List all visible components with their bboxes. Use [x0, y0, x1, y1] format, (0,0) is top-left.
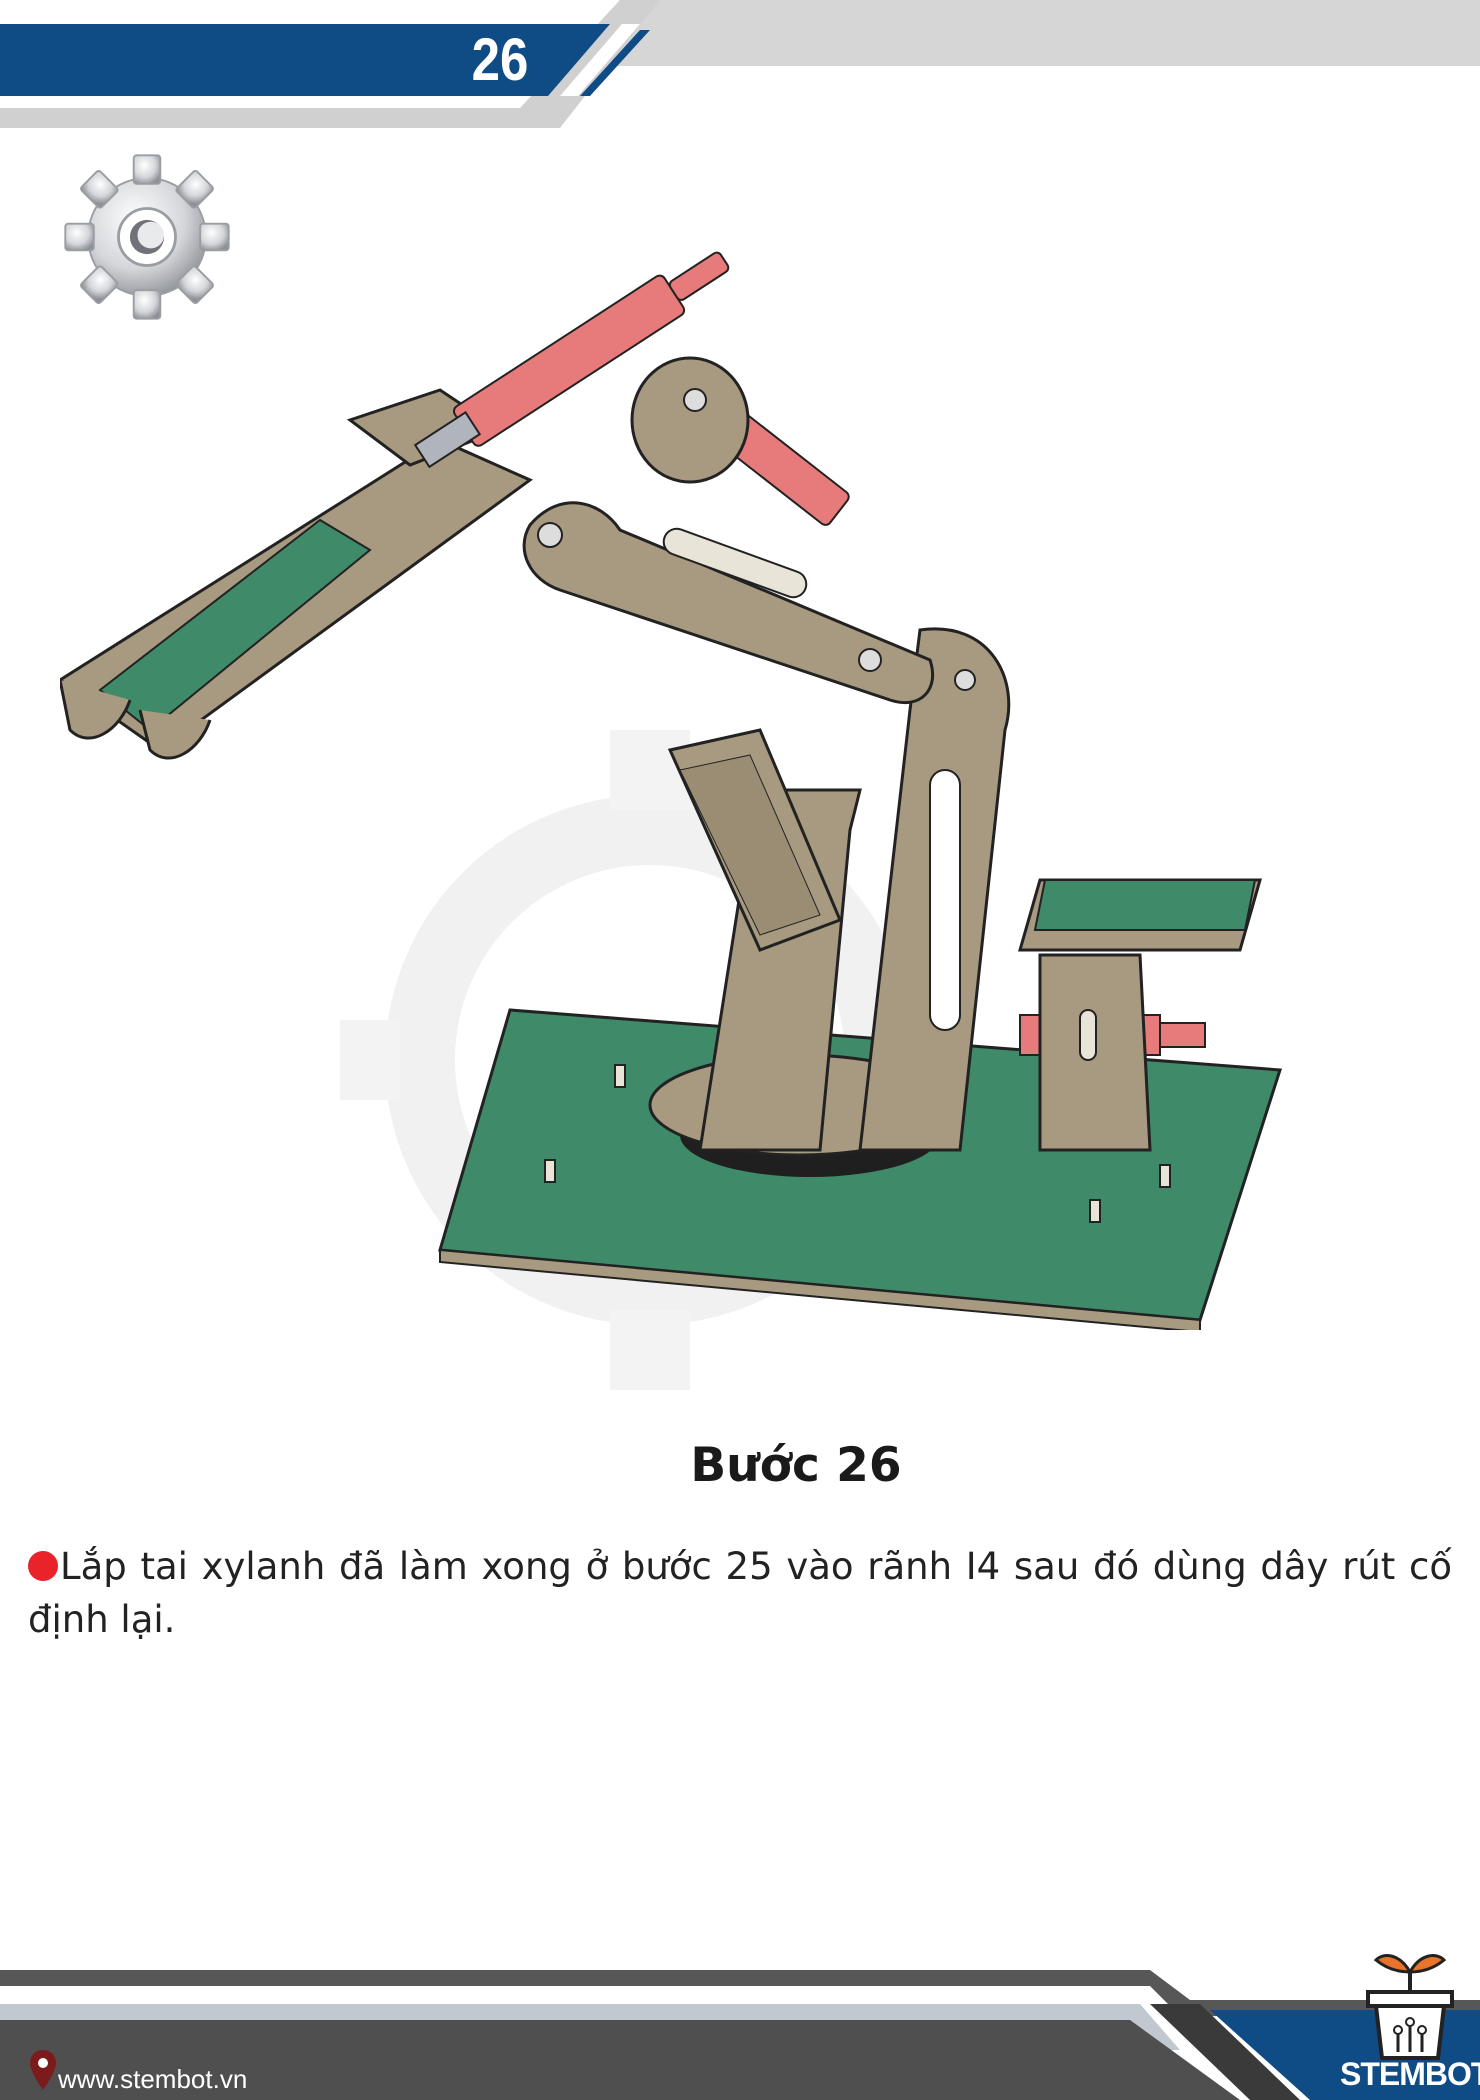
robot-arm-illustration — [60, 251, 1283, 1330]
instruction-text: Lắp tai xylanh đã làm xong ở bước 25 vào… — [28, 1545, 1452, 1641]
step-title: Bước 26 — [690, 1438, 902, 1493]
header-band — [0, 0, 1480, 128]
instruction-bullet: Lắp tai xylanh đã làm xong ở bước 25 vào… — [28, 1540, 1452, 1646]
brand-name: STEMBOT — [1340, 2056, 1480, 2092]
footer-website[interactable]: www.stembot.vn — [58, 2064, 247, 2095]
location-pin-icon — [30, 2050, 56, 2090]
page-number: 26 — [471, 26, 529, 93]
bullet-dot-icon — [28, 1551, 58, 1581]
